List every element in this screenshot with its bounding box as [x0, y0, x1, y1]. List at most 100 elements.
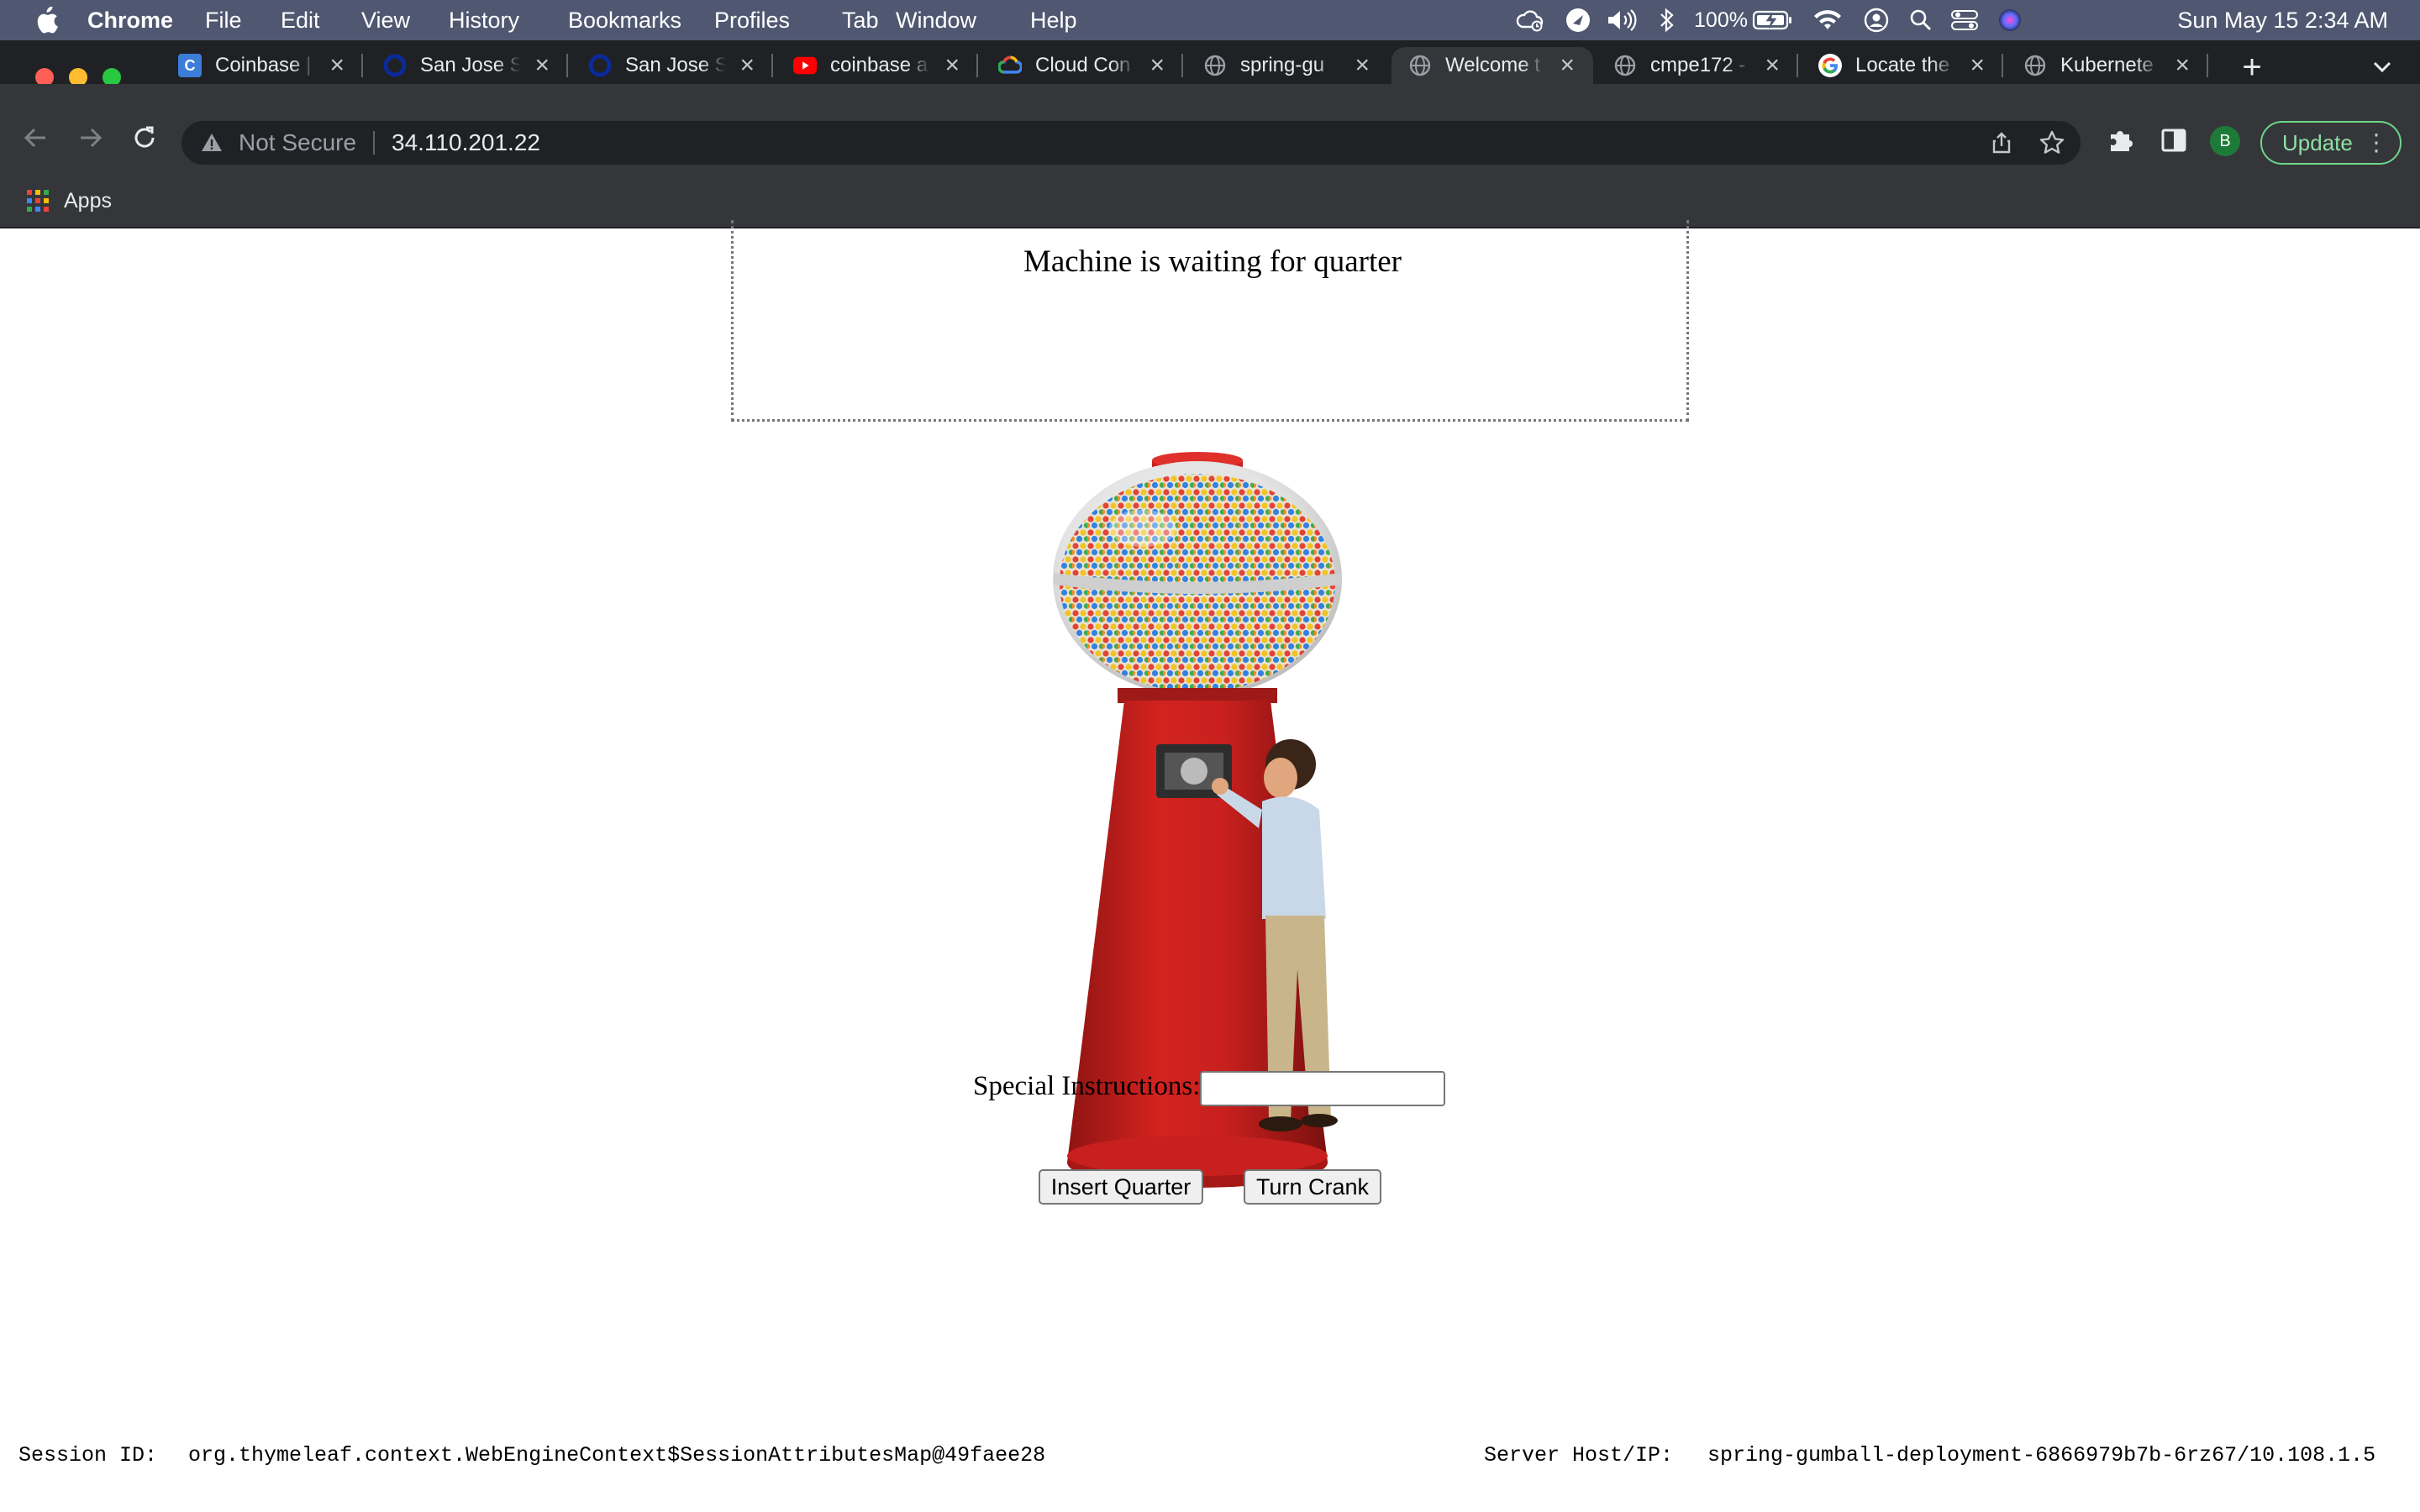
menu-tab[interactable]: Tab [842, 8, 896, 34]
turn-crank-button[interactable]: Turn Crank [1244, 1169, 1381, 1205]
apps-grid-icon[interactable] [25, 188, 50, 213]
warning-triangle-icon[interactable] [200, 131, 224, 155]
back-arrow-icon[interactable] [20, 123, 50, 153]
spotlight-search-icon[interactable] [1904, 0, 1938, 40]
battery-charging-icon[interactable] [1749, 0, 1797, 40]
forward-arrow-icon[interactable] [76, 123, 106, 153]
close-tab-icon[interactable]: × [1150, 53, 1165, 78]
side-panel-icon[interactable] [2160, 126, 2188, 155]
machine-status-message: Machine is waiting for quarter [1023, 244, 1402, 279]
apps-bookmark-label[interactable]: Apps [64, 175, 112, 227]
address-bar[interactable]: Not Secure 34.110.201.22 [182, 121, 2081, 165]
menu-window[interactable]: Window [896, 8, 1030, 34]
tab-separator [976, 54, 978, 77]
tab-google-locate[interactable]: Locate the × [1802, 47, 2003, 84]
menu-history[interactable]: History [449, 8, 568, 34]
google-icon [1818, 54, 1842, 77]
globe-icon [1203, 54, 1227, 77]
close-tab-icon[interactable]: × [2175, 53, 2190, 78]
menu-bookmarks[interactable]: Bookmarks [568, 8, 714, 34]
close-tab-icon[interactable]: × [1355, 53, 1370, 78]
close-tab-icon[interactable]: × [1560, 53, 1575, 78]
tab-separator [2207, 54, 2208, 77]
tab-title: Locate the [1855, 54, 1950, 76]
sjsu-icon [383, 54, 407, 77]
vpn-status-icon[interactable] [1561, 0, 1595, 40]
control-center-icon[interactable] [1946, 0, 1983, 40]
menu-view[interactable]: View [361, 8, 449, 34]
menu-edit[interactable]: Edit [281, 8, 361, 34]
server-host-value: spring-gumball-deployment-6866979b7b-6rz… [1707, 1443, 2376, 1467]
tab-title: San Jose S [420, 54, 521, 76]
close-tab-icon[interactable]: × [1970, 53, 1985, 78]
profile-avatar[interactable]: B [2210, 126, 2240, 156]
special-instructions-label: Special Instructions: [973, 1071, 1201, 1101]
globe-icon [2023, 54, 2047, 77]
apple-logo-icon[interactable] [34, 7, 59, 34]
close-tab-icon[interactable]: × [1765, 53, 1780, 78]
tab-separator [361, 54, 363, 77]
reload-icon[interactable] [129, 123, 160, 153]
close-tab-icon[interactable]: × [944, 53, 960, 78]
tab-search-chevron-icon[interactable] [2370, 54, 2395, 79]
tab-title: San Jose S [625, 54, 726, 76]
update-button[interactable]: Update ⋮ [2260, 121, 2402, 165]
coinbase-c-icon: C [178, 54, 202, 77]
share-icon[interactable] [1990, 131, 2013, 155]
wifi-icon[interactable] [1808, 0, 1847, 40]
tab-separator [1181, 54, 1183, 77]
tab-title: Welcome t [1445, 54, 1540, 76]
google-cloud-icon [998, 54, 1022, 77]
tab-spring-gumball[interactable]: spring-gu × [1186, 47, 1388, 84]
volume-icon[interactable] [1603, 0, 1640, 40]
bluetooth-icon[interactable] [1650, 0, 1684, 40]
kebab-menu-icon[interactable]: ⋮ [2365, 123, 2388, 163]
insert-quarter-button[interactable]: Insert Quarter [1039, 1169, 1203, 1205]
special-instructions-input[interactable] [1200, 1071, 1445, 1106]
tab-title: coinbase a [830, 54, 929, 76]
cloud-sync-icon[interactable] [1512, 0, 1548, 40]
menu-profiles[interactable]: Profiles [714, 8, 842, 34]
close-tab-icon[interactable]: × [329, 53, 345, 78]
tab-sjsu-1[interactable]: San Jose S × [366, 47, 568, 84]
security-status-label[interactable]: Not Secure [239, 121, 356, 165]
close-tab-icon[interactable]: × [739, 53, 755, 78]
tab-separator [2002, 54, 2003, 77]
menu-app-chrome[interactable]: Chrome [87, 8, 205, 34]
siri-icon[interactable] [1991, 0, 2028, 40]
menu-help[interactable]: Help [1030, 8, 1089, 34]
menubar-clock[interactable]: Sun May 15 2:34 AM [2177, 0, 2388, 40]
menu-file[interactable]: File [205, 8, 281, 34]
tab-cmpe172[interactable]: cmpe172 - × [1597, 47, 1798, 84]
session-id-value: org.thymeleaf.context.WebEngineContext$S… [188, 1443, 1046, 1467]
globe-icon [1613, 54, 1637, 77]
globe-icon [1408, 54, 1432, 77]
server-host-label: Server Host/IP: [1484, 1443, 1674, 1467]
tab-title: cmpe172 - [1650, 54, 1746, 76]
update-label: Update [2282, 130, 2353, 155]
tab-sjsu-2[interactable]: San Jose S × [571, 47, 773, 84]
tab-separator [566, 54, 568, 77]
omnibox-divider [373, 131, 375, 155]
tab-title: spring-gu [1240, 54, 1325, 76]
new-tab-plus-icon[interactable]: + [2235, 50, 2269, 84]
youtube-icon [793, 54, 817, 77]
tab-kubernetes[interactable]: Kubernete × [2007, 47, 2208, 84]
extensions-puzzle-icon[interactable] [2106, 126, 2134, 155]
machine-status-box: Machine is waiting for quarter [731, 220, 1689, 422]
bookmark-star-icon[interactable] [2039, 129, 2065, 156]
tab-title: Coinbase | [215, 54, 312, 76]
url-text[interactable]: 34.110.201.22 [392, 121, 540, 165]
tab-title: Kubernete [2060, 54, 2154, 76]
web-page-content: Machine is waiting for quarter Special I… [0, 220, 2420, 1512]
tab-title: Cloud Con [1035, 54, 1131, 76]
user-account-icon[interactable] [1859, 0, 1894, 40]
battery-percent: 100% [1694, 8, 1748, 32]
tab-youtube[interactable]: coinbase a × [776, 47, 978, 84]
tab-cloud-console[interactable]: Cloud Con × [981, 47, 1183, 84]
tab-coinbase[interactable]: C Coinbase | × [161, 47, 363, 84]
macos-menu-bar: Chrome File Edit View History Bookmarks … [0, 0, 2420, 40]
tab-separator [771, 54, 773, 77]
close-tab-icon[interactable]: × [534, 53, 550, 78]
tab-welcome-active[interactable]: Welcome t × [1392, 47, 1593, 84]
